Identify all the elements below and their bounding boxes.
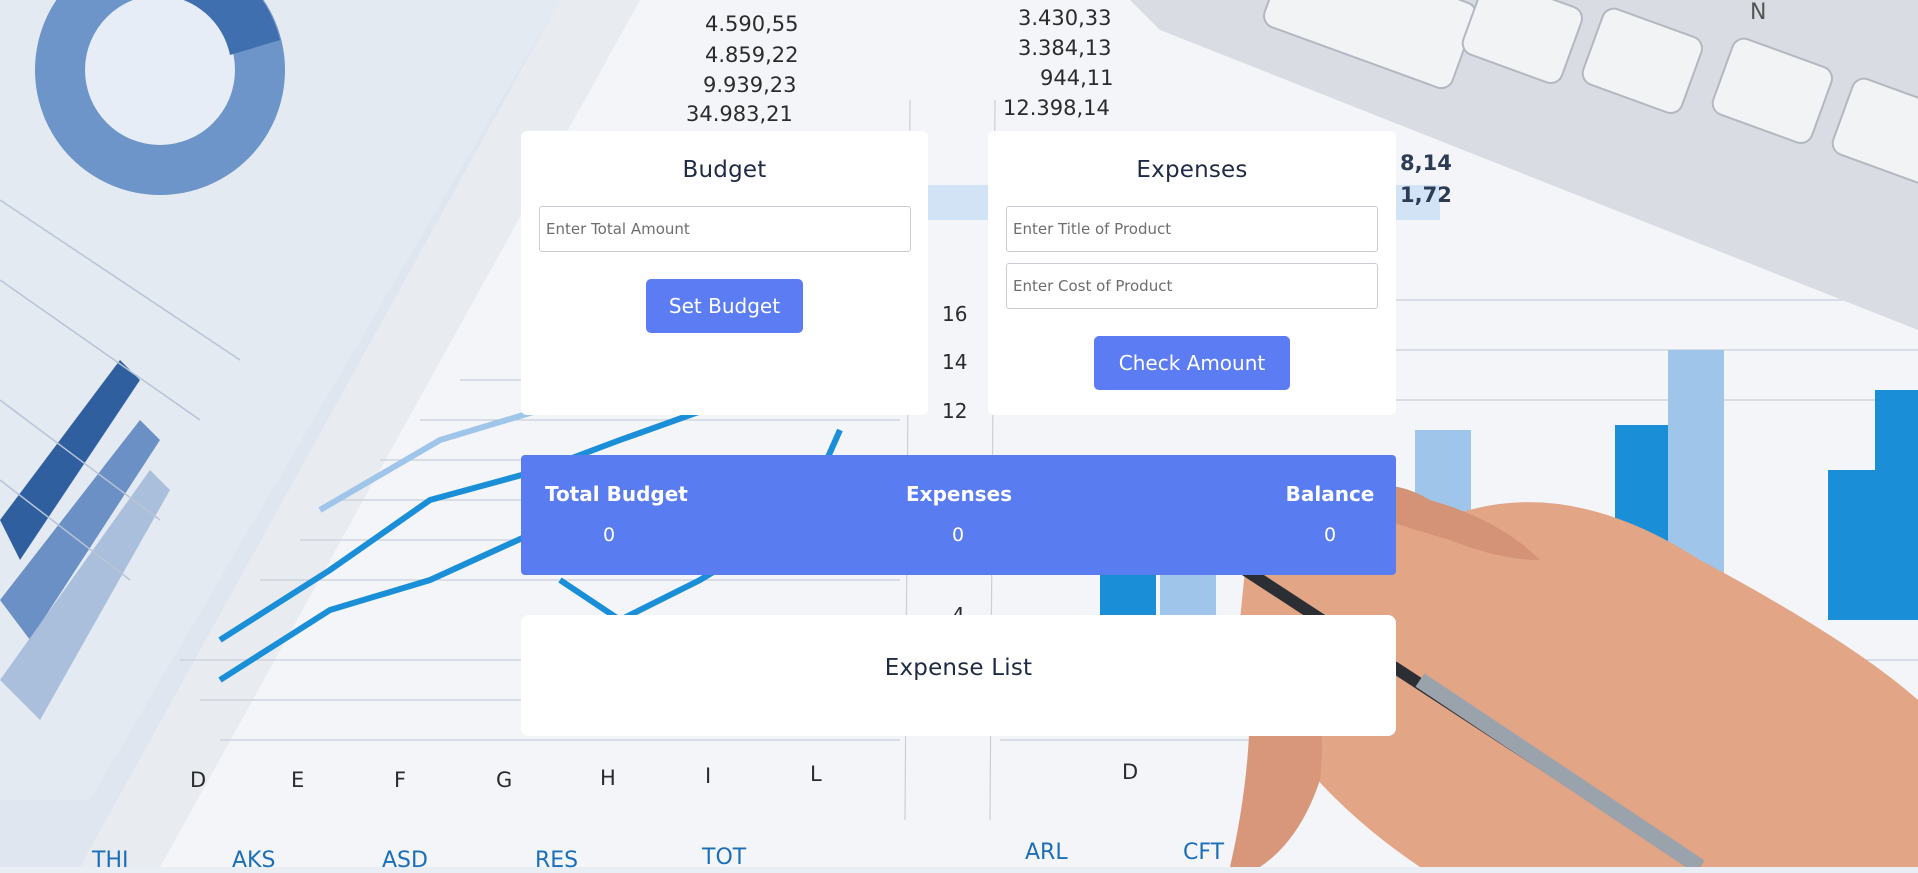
- bg-number: 3.384,13: [1018, 36, 1112, 60]
- check-amount-button[interactable]: Check Amount: [1094, 336, 1290, 390]
- bg-column-letter: F: [394, 768, 407, 792]
- summary-bar: Total Budget 0 Expenses 0 Balance 0: [521, 455, 1396, 575]
- bg-axis-tick: 14: [942, 350, 968, 374]
- product-cost-input[interactable]: [1006, 263, 1378, 309]
- bg-axis-tick: 12: [942, 399, 968, 423]
- bg-label: RES: [535, 848, 579, 873]
- bg-number: 944,11: [1040, 66, 1114, 90]
- budget-title: Budget: [682, 157, 767, 183]
- background-text-layer: 4.590,55 4.859,22 9.939,23 34.983,21 3.4…: [0, 0, 1918, 873]
- set-budget-button[interactable]: Set Budget: [646, 279, 803, 333]
- total-budget-value: 0: [602, 524, 616, 546]
- bg-number: 34.983,21: [686, 102, 793, 126]
- bg-label: THI: [92, 848, 129, 873]
- expenses-card: Expenses Check Amount: [988, 131, 1396, 415]
- budget-card: Budget Set Budget: [521, 131, 928, 415]
- bg-column-letter: E: [291, 768, 305, 792]
- bg-number: 12.398,14: [1003, 96, 1110, 120]
- bg-column-letter: D: [190, 768, 207, 792]
- bg-keyboard-key: N: [1750, 0, 1767, 25]
- bg-number: 4.590,55: [705, 12, 799, 36]
- balance-summary: Balance 0: [1285, 482, 1375, 546]
- bg-label: AKS: [232, 848, 276, 873]
- bg-column-letter: H: [600, 766, 616, 790]
- bg-label: TOT: [702, 845, 747, 870]
- expenses-summary: Expenses 0: [906, 482, 1013, 546]
- bg-column-letter: G: [496, 768, 513, 792]
- bg-number: 9.939,23: [703, 73, 797, 97]
- bg-label: CFT: [1183, 840, 1225, 865]
- bg-label: ARL: [1025, 840, 1068, 865]
- expenses-title: Expenses: [1136, 157, 1248, 183]
- bg-column-letter: I: [705, 764, 712, 788]
- expenses-summary-label: Expenses: [906, 482, 1013, 506]
- bg-number: 3.430,33: [1018, 6, 1112, 30]
- total-budget-summary: Total Budget 0: [545, 482, 688, 546]
- bg-axis-tick: 16: [942, 302, 968, 326]
- total-amount-input[interactable]: [539, 206, 911, 252]
- bg-number: 4.859,22: [705, 43, 799, 67]
- bg-number: 1,72: [1400, 183, 1452, 207]
- balance-value: 0: [1323, 524, 1337, 546]
- total-budget-label: Total Budget: [545, 482, 688, 506]
- expense-list-card: Expense List: [521, 615, 1396, 736]
- bg-label: ASD: [382, 848, 428, 873]
- product-title-input[interactable]: [1006, 206, 1378, 252]
- bg-column-letter: L: [810, 762, 822, 786]
- expense-list-title: Expense List: [884, 655, 1033, 681]
- balance-label: Balance: [1285, 482, 1375, 506]
- bg-column-letter: D: [1122, 760, 1139, 784]
- bg-number: 8,14: [1400, 151, 1452, 175]
- expenses-summary-value: 0: [951, 524, 965, 546]
